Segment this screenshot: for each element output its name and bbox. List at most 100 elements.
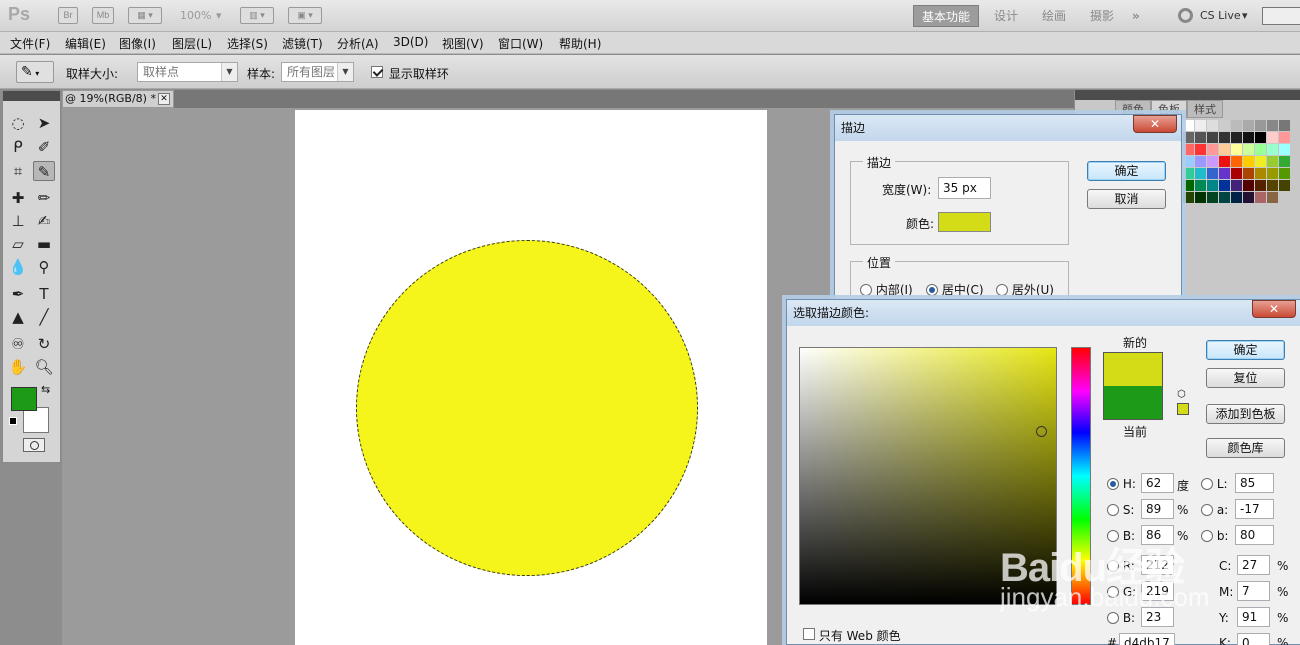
ok-button[interactable]: 确定 — [1087, 161, 1166, 181]
quick-select-tool-icon[interactable]: ✐ — [33, 137, 55, 157]
b-radio[interactable]: b: — [1201, 529, 1228, 543]
out-of-gamut-swatch[interactable] — [1177, 403, 1189, 415]
screen-mode-button[interactable]: ▣ ▾ — [288, 7, 322, 24]
pen-tool-icon[interactable]: ✒ — [7, 284, 29, 304]
line-tool-icon[interactable]: ╱ — [33, 307, 55, 327]
color-swatch[interactable] — [1195, 120, 1206, 131]
minibridge-button[interactable]: Mb — [92, 7, 114, 24]
menu-analysis[interactable]: 分析(A) — [337, 35, 379, 52]
add-to-swatches-button[interactable]: 添加到色板 — [1206, 404, 1285, 424]
color-swatch[interactable] — [1243, 168, 1254, 179]
color-swatch[interactable] — [1219, 168, 1230, 179]
color-swatch[interactable] — [1195, 192, 1206, 203]
width-input[interactable]: 35 px — [938, 177, 991, 199]
blue-radio[interactable]: B: — [1107, 611, 1135, 625]
color-swatch[interactable] — [1255, 156, 1266, 167]
color-swatch[interactable] — [1231, 180, 1242, 191]
zoom-tool-icon[interactable]: 🔍︎ — [33, 357, 55, 377]
workspace-essentials[interactable]: 基本功能 — [913, 5, 980, 27]
web-colors-only-checkbox[interactable]: 只有 Web 颜色 — [803, 627, 901, 644]
type-tool-icon[interactable]: T — [33, 284, 55, 304]
color-swatch[interactable] — [1219, 132, 1230, 143]
a-input[interactable]: -17 — [1235, 499, 1274, 519]
color-swatch[interactable] — [1183, 180, 1194, 191]
workspace-painting[interactable]: 绘画 — [1034, 5, 1074, 27]
color-swatch[interactable] — [1279, 156, 1290, 167]
eyedropper-tool-icon[interactable]: ✎ — [33, 161, 55, 181]
arrange-documents-button[interactable]: ▥ ▾ — [240, 7, 274, 24]
close-icon[interactable]: ✕ — [1133, 115, 1177, 133]
tab-styles[interactable]: 样式 — [1187, 100, 1223, 118]
swatch-grid[interactable] — [1183, 120, 1300, 204]
menu-layer[interactable]: 图层(L) — [172, 35, 212, 52]
close-icon[interactable]: ✕ — [158, 93, 170, 105]
color-swatch[interactable] — [1195, 156, 1206, 167]
color-swatch[interactable] — [1267, 144, 1278, 155]
color-swatch[interactable] — [1219, 192, 1230, 203]
a-radio[interactable]: a: — [1201, 503, 1228, 517]
color-swatch[interactable] — [1207, 156, 1218, 167]
hex-input[interactable]: d4db17 — [1119, 633, 1175, 645]
color-swatch[interactable] — [1231, 132, 1242, 143]
document-canvas[interactable] — [295, 110, 767, 645]
move-tool-icon[interactable]: ➤ — [33, 113, 55, 133]
color-swatch[interactable] — [1231, 168, 1242, 179]
color-libraries-button[interactable]: 颜色库 — [1206, 438, 1285, 458]
zoom-dropdown-icon[interactable]: ▾ — [216, 9, 222, 22]
crop-tool-icon[interactable]: ⌗ — [7, 161, 29, 181]
color-swatch[interactable] — [1243, 132, 1254, 143]
lightness-input[interactable]: 85 — [1235, 473, 1274, 493]
lightness-radio[interactable]: L: — [1201, 477, 1228, 491]
tool-preset-picker[interactable]: ✎ ▾ — [16, 61, 54, 83]
stroke-color-swatch[interactable] — [938, 212, 991, 232]
zoom-level[interactable]: 100% — [180, 9, 211, 22]
menu-view[interactable]: 视图(V) — [442, 35, 484, 52]
marquee-tool-icon[interactable]: ◌ — [7, 113, 29, 133]
color-swatch[interactable] — [1207, 144, 1218, 155]
color-swatch[interactable] — [1207, 168, 1218, 179]
cs-live-dropdown-icon[interactable]: ▾ — [1242, 9, 1248, 22]
cs-live-menu[interactable]: CS Live — [1200, 9, 1241, 22]
menu-select[interactable]: 选择(S) — [227, 35, 268, 52]
color-swatch[interactable] — [1243, 180, 1254, 191]
tools-panel-header[interactable] — [3, 91, 60, 101]
color-swatch[interactable] — [1279, 120, 1290, 131]
menu-image[interactable]: 图像(I) — [119, 35, 156, 52]
menu-filter[interactable]: 滤镜(T) — [282, 35, 323, 52]
color-swatch[interactable] — [1243, 120, 1254, 131]
lasso-tool-icon[interactable]: ᑭ — [7, 137, 29, 157]
current-color-swatch[interactable] — [1103, 386, 1163, 420]
document-tab[interactable]: @ 19%(RGB/8) * ✕ — [62, 90, 174, 108]
menu-edit[interactable]: 编辑(E) — [65, 35, 106, 52]
color-swatch[interactable] — [1279, 168, 1290, 179]
view-extras-button[interactable]: ▦ ▾ — [128, 7, 162, 24]
hand-tool-icon[interactable]: ✋ — [7, 357, 29, 377]
color-swatch[interactable] — [1195, 144, 1206, 155]
clone-stamp-tool-icon[interactable]: ⊥ — [7, 211, 29, 231]
cyan-input[interactable]: 27 — [1237, 555, 1270, 575]
color-swatch[interactable] — [1231, 144, 1242, 155]
more-workspaces-icon[interactable]: » — [1124, 5, 1148, 27]
color-swatch[interactable] — [1279, 180, 1290, 191]
color-swatch[interactable] — [1183, 192, 1194, 203]
color-swatch[interactable] — [1255, 180, 1266, 191]
color-swatch[interactable] — [1279, 144, 1290, 155]
color-swatch[interactable] — [1219, 180, 1230, 191]
position-outside-radio[interactable]: 居外(U) — [996, 281, 1054, 298]
panel-header[interactable] — [1075, 90, 1300, 100]
color-swatch[interactable] — [1219, 120, 1230, 131]
show-sampling-ring-checkbox[interactable]: 显示取样环 — [371, 65, 449, 82]
color-swatch[interactable] — [1207, 120, 1218, 131]
color-swatch[interactable] — [1255, 144, 1266, 155]
workspace-design[interactable]: 设计 — [986, 5, 1026, 27]
yellow-circle-selection[interactable] — [356, 240, 698, 576]
gradient-tool-icon[interactable]: ▬ — [33, 234, 55, 254]
reset-button[interactable]: 复位 — [1206, 368, 1285, 388]
color-picker-ring[interactable] — [1036, 426, 1047, 437]
bridge-button[interactable]: Br — [58, 7, 78, 24]
color-swatch[interactable] — [1219, 144, 1230, 155]
color-swatch[interactable] — [1243, 156, 1254, 167]
black-input[interactable]: 0 — [1237, 633, 1270, 645]
close-icon[interactable]: ✕ — [1252, 300, 1296, 318]
healing-brush-tool-icon[interactable]: ✚ — [7, 188, 29, 208]
